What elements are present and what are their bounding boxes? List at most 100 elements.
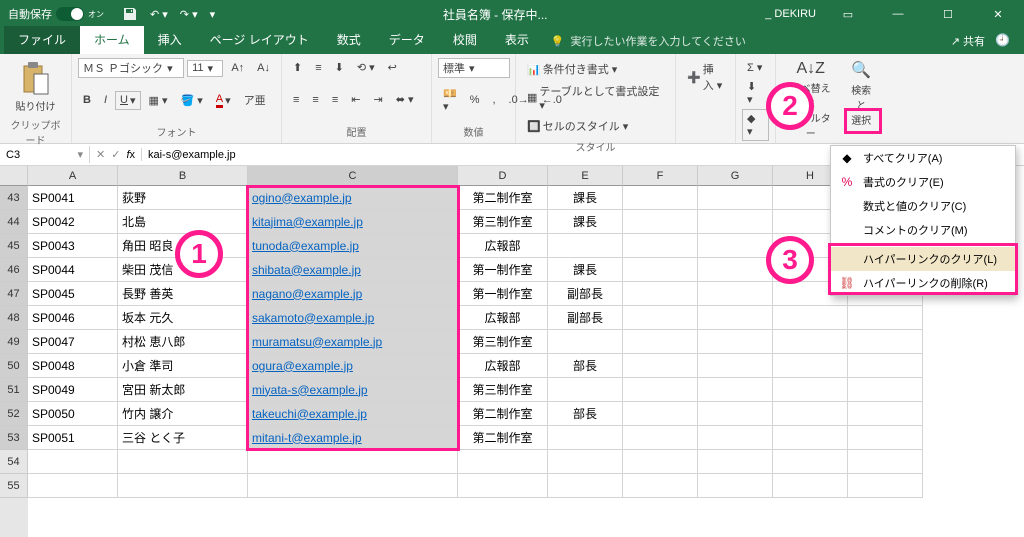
tab-file[interactable]: ファイル: [4, 26, 80, 54]
cell[interactable]: [548, 378, 623, 402]
tellme-search[interactable]: 💡 実行したい作業を入力してください: [543, 28, 937, 54]
cell[interactable]: [773, 450, 848, 474]
cell[interactable]: [548, 234, 623, 258]
clear-contents-item[interactable]: 数式と値のクリア(C): [831, 194, 1015, 218]
fill-color-button[interactable]: 🪣 ▾: [175, 91, 207, 110]
cell[interactable]: [248, 450, 458, 474]
tab-formulas[interactable]: 数式: [323, 26, 375, 54]
cell[interactable]: 広報部: [458, 234, 548, 258]
align-mid-button[interactable]: ≡: [310, 59, 326, 77]
cell[interactable]: 長野 善英: [118, 282, 248, 306]
fill-button[interactable]: ⬇ ▾: [742, 77, 769, 109]
cell[interactable]: 第二制作室: [458, 186, 548, 210]
cell[interactable]: 部長: [548, 354, 623, 378]
align-right-button[interactable]: ≡: [327, 91, 343, 109]
cell[interactable]: [548, 330, 623, 354]
row-header[interactable]: 53: [0, 426, 28, 450]
cell[interactable]: 第二制作室: [458, 402, 548, 426]
row-header[interactable]: 50: [0, 354, 28, 378]
cell[interactable]: [623, 426, 698, 450]
cell[interactable]: 第二制作室: [458, 426, 548, 450]
cell[interactable]: 広報部: [458, 354, 548, 378]
cell[interactable]: [698, 258, 773, 282]
indent-inc-button[interactable]: ⇥: [368, 90, 387, 109]
cell[interactable]: 課長: [548, 258, 623, 282]
cell[interactable]: [623, 234, 698, 258]
cell[interactable]: [623, 282, 698, 306]
clear-formats-item[interactable]: %書式のクリア(E): [831, 170, 1015, 194]
clear-comments-item[interactable]: コメントのクリア(M): [831, 218, 1015, 242]
cell[interactable]: SP0043: [28, 234, 118, 258]
bold-button[interactable]: B: [78, 91, 96, 109]
col-header-G[interactable]: G: [698, 166, 773, 186]
cell[interactable]: [458, 474, 548, 498]
cell[interactable]: [623, 306, 698, 330]
cell[interactable]: [698, 186, 773, 210]
cell[interactable]: [698, 354, 773, 378]
remove-hyperlinks-item[interactable]: ⛓ハイパーリンクの削除(R): [831, 271, 1015, 295]
insert-cells-button[interactable]: ➕挿入 ▾: [682, 58, 729, 96]
cell[interactable]: SP0042: [28, 210, 118, 234]
undo-icon[interactable]: ↶ ▾: [150, 8, 168, 21]
cell[interactable]: [248, 474, 458, 498]
cell[interactable]: 部長: [548, 402, 623, 426]
qat-dropdown-icon[interactable]: ▾: [210, 8, 216, 21]
cell[interactable]: SP0051: [28, 426, 118, 450]
font-color-button[interactable]: A ▾: [211, 90, 236, 111]
cell[interactable]: 第三制作室: [458, 210, 548, 234]
cell[interactable]: [28, 450, 118, 474]
cell[interactable]: [848, 306, 923, 330]
tab-insert[interactable]: 挿入: [144, 26, 196, 54]
cell[interactable]: [848, 450, 923, 474]
row-header[interactable]: 49: [0, 330, 28, 354]
cell[interactable]: [773, 378, 848, 402]
indent-dec-button[interactable]: ⇤: [346, 90, 365, 109]
orientation-button[interactable]: ⟲ ▾: [352, 58, 380, 77]
cell[interactable]: [773, 306, 848, 330]
col-header-A[interactable]: A: [28, 166, 118, 186]
redo-icon[interactable]: ↷ ▾: [180, 8, 198, 21]
font-size-combo[interactable]: 11▾: [187, 60, 223, 77]
col-header-B[interactable]: B: [118, 166, 248, 186]
cell[interactable]: [623, 474, 698, 498]
row-header[interactable]: 52: [0, 402, 28, 426]
cell[interactable]: 三谷 とく子: [118, 426, 248, 450]
cell[interactable]: nagano@example.jp: [248, 282, 458, 306]
cell[interactable]: 第三制作室: [458, 378, 548, 402]
phonetic-button[interactable]: ア亜: [239, 89, 271, 111]
cell[interactable]: SP0046: [28, 306, 118, 330]
cell[interactable]: [698, 450, 773, 474]
cell[interactable]: [848, 354, 923, 378]
col-header-F[interactable]: F: [623, 166, 698, 186]
clear-hyperlinks-item[interactable]: ハイパーリンクのクリア(L): [831, 247, 1015, 271]
cell[interactable]: SP0041: [28, 186, 118, 210]
autosum-button[interactable]: Σ ▾: [742, 58, 769, 77]
wrap-button[interactable]: ↩: [383, 58, 402, 77]
share-button[interactable]: ↗ 共有: [951, 33, 985, 49]
cell[interactable]: [623, 186, 698, 210]
cell[interactable]: [773, 354, 848, 378]
cell[interactable]: takeuchi@example.jp: [248, 402, 458, 426]
cell[interactable]: sakamoto@example.jp: [248, 306, 458, 330]
tab-data[interactable]: データ: [375, 26, 439, 54]
cell[interactable]: 課長: [548, 210, 623, 234]
align-left-button[interactable]: ≡: [288, 91, 304, 109]
clear-all-item[interactable]: ◆すべてクリア(A): [831, 146, 1015, 170]
col-header-E[interactable]: E: [548, 166, 623, 186]
cell[interactable]: [773, 426, 848, 450]
row-header[interactable]: 44: [0, 210, 28, 234]
cell[interactable]: [698, 210, 773, 234]
cell[interactable]: [623, 402, 698, 426]
cell[interactable]: ogura@example.jp: [248, 354, 458, 378]
cell[interactable]: [118, 450, 248, 474]
tab-review[interactable]: 校閲: [439, 26, 491, 54]
currency-button[interactable]: 💴▾: [438, 84, 462, 116]
cell[interactable]: SP0050: [28, 402, 118, 426]
name-box[interactable]: C3▾: [0, 146, 90, 163]
cell[interactable]: 広報部: [458, 306, 548, 330]
cell[interactable]: 竹内 譲介: [118, 402, 248, 426]
cell[interactable]: [698, 282, 773, 306]
toggle-switch[interactable]: [56, 7, 84, 21]
cell[interactable]: [773, 474, 848, 498]
cell[interactable]: [848, 402, 923, 426]
